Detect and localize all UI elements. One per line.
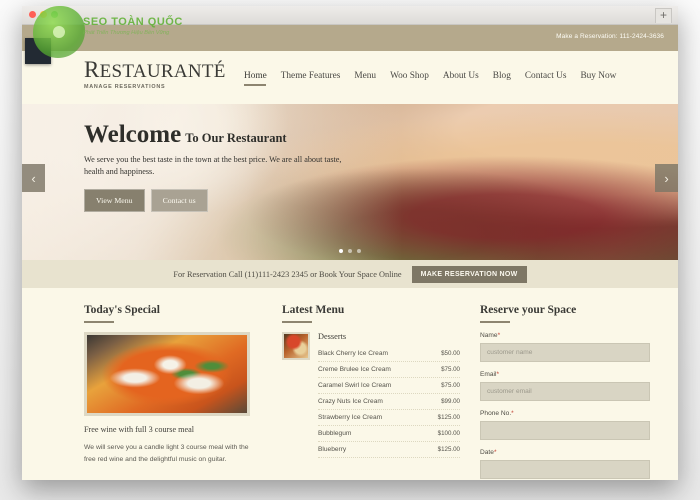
website-viewport: Make a Reservation: 111-2424-3636 RESTAU… <box>22 25 678 480</box>
reserve-space-column: Reserve your Space Name* customer name E… <box>480 304 650 480</box>
menu-row[interactable]: Bubblegum $100.00 <box>318 426 460 442</box>
brand-initial: R <box>84 57 100 82</box>
slider-next-arrow-icon[interactable]: › <box>655 164 678 192</box>
menu-category-thumbnail <box>282 332 310 360</box>
menu-row[interactable]: Creme Brulee Ice Cream $75.00 <box>318 362 460 378</box>
latest-menu-column: Latest Menu Desserts Black Cherry Ice Cr… <box>282 304 460 480</box>
reservation-strip: For Reservation Call (11)111-2423 2345 o… <box>22 260 678 288</box>
date-required-marker: * <box>493 449 497 456</box>
screen: + Make a Reservation: 111-2424-3636 REST… <box>0 0 700 500</box>
date-label-text: Date <box>480 449 494 456</box>
name-input[interactable]: customer name <box>480 343 650 362</box>
minimize-button-icon[interactable] <box>40 11 47 18</box>
menu-category-name: Desserts <box>318 332 347 341</box>
menu-item-price: $100.00 <box>437 430 460 437</box>
new-tab-button[interactable]: + <box>655 8 672 23</box>
menu-item-name: Creme Brulee Ice Cream <box>318 366 391 373</box>
menu-item-name: Crazy Nuts Ice Cream <box>318 398 383 405</box>
menu-item-price: $50.00 <box>441 350 460 357</box>
menu-item-name: Black Cherry Ice Cream <box>318 350 388 357</box>
menu-row[interactable]: Strawberry Ice Cream $125.00 <box>318 410 460 426</box>
reserve-space-title: Reserve your Space <box>480 304 650 323</box>
hero-content: Welcome To Our Restaurant We serve you th… <box>84 122 384 212</box>
brand-rest: ESTAURANTÉ <box>99 61 226 82</box>
site-logo[interactable]: RESTAURANTÉ MANAGE RESERVATIONS <box>84 58 226 90</box>
todays-special-image <box>84 332 250 416</box>
email-placeholder: customer email <box>487 388 532 395</box>
browser-titlebar: + <box>22 6 678 25</box>
nav-item-buy-now[interactable]: Buy Now <box>580 71 616 87</box>
content-columns: Today's Special Free wine with full 3 co… <box>22 288 678 480</box>
phone-label-text: Phone No. <box>480 410 512 417</box>
brand-tagline: MANAGE RESERVATIONS <box>84 84 166 90</box>
date-field-label: Date* <box>480 449 650 456</box>
menu-row[interactable]: Caramel Swirl Ice Cream $75.00 <box>318 378 460 394</box>
menu-row[interactable]: Blueberry $125.00 <box>318 442 460 458</box>
menu-item-name: Bubblegum <box>318 430 352 437</box>
make-reservation-button[interactable]: MAKE RESERVATION NOW <box>411 265 527 283</box>
todays-special-title: Today's Special <box>84 304 262 323</box>
menu-item-name: Strawberry Ice Cream <box>318 414 383 421</box>
phone-input[interactable] <box>480 421 650 440</box>
nav-item-contact-us[interactable]: Contact Us <box>525 71 567 87</box>
nav-item-about-us[interactable]: About Us <box>443 71 479 87</box>
menu-item-list: Desserts Black Cherry Ice Cream $50.00 C… <box>318 332 460 458</box>
name-required-marker: * <box>497 332 501 339</box>
contact-us-button[interactable]: Contact us <box>150 188 208 212</box>
todays-special-column: Today's Special Free wine with full 3 co… <box>84 304 262 480</box>
nav-item-menu[interactable]: Menu <box>354 71 376 87</box>
hero-buttons: View Menu Contact us <box>84 188 384 212</box>
nav-item-blog[interactable]: Blog <box>493 71 511 87</box>
brand-name: RESTAURANTÉ <box>84 58 226 81</box>
menu-item-name: Caramel Swirl Ice Cream <box>318 382 392 389</box>
maximize-button-icon[interactable] <box>51 11 58 18</box>
menu-item-price: $75.00 <box>441 366 460 373</box>
slider-dot-2[interactable] <box>348 249 352 253</box>
date-input[interactable] <box>480 460 650 479</box>
email-label-text: Email <box>480 371 497 378</box>
todays-special-body: We will serve you a candle light 3 cours… <box>84 444 249 463</box>
name-label-text: Name <box>480 332 498 339</box>
reservation-strip-text: For Reservation Call (11)111-2423 2345 o… <box>173 269 402 279</box>
name-placeholder: customer name <box>487 349 533 356</box>
todays-special-lead: Free wine with full 3 course meal <box>84 425 195 434</box>
menu-item-price: $125.00 <box>437 414 460 421</box>
menu-item-price: $75.00 <box>441 382 460 389</box>
menu-item-price: $125.00 <box>437 446 460 453</box>
main-navigation: Home Theme Features Menu Woo Shop About … <box>244 71 616 87</box>
nav-item-theme-features[interactable]: Theme Features <box>281 71 341 87</box>
phone-required-marker: * <box>511 410 514 417</box>
close-button-icon[interactable] <box>29 11 36 18</box>
site-header: RESTAURANTÉ MANAGE RESERVATIONS Home The… <box>22 51 678 104</box>
browser-window: + Make a Reservation: 111-2424-3636 REST… <box>22 6 678 480</box>
latest-menu-title: Latest Menu <box>282 304 460 323</box>
slider-prev-arrow-icon[interactable]: ‹ <box>22 164 45 192</box>
email-required-marker: * <box>496 371 500 378</box>
email-input[interactable]: customer email <box>480 382 650 401</box>
hero-heading: Welcome To Our Restaurant <box>84 122 384 147</box>
slider-dot-3[interactable] <box>357 249 361 253</box>
menu-row[interactable]: Black Cherry Ice Cream $50.00 <box>318 346 460 362</box>
window-controls[interactable] <box>29 11 58 18</box>
menu-row[interactable]: Crazy Nuts Ice Cream $99.00 <box>318 394 460 410</box>
nav-item-woo-shop[interactable]: Woo Shop <box>390 71 429 87</box>
topbar-reservation-phone[interactable]: Make a Reservation: 111-2424-3636 <box>556 33 664 40</box>
hero-subheading: To Our Restaurant <box>185 131 287 145</box>
phone-field-label: Phone No.* <box>480 410 650 417</box>
dark-square-overlay <box>25 38 51 64</box>
email-field-label: Email* <box>480 371 650 378</box>
hero-slider: Welcome To Our Restaurant We serve you th… <box>22 104 678 260</box>
slider-dot-1[interactable] <box>339 249 343 253</box>
hero-heading-main: Welcome <box>84 121 182 148</box>
menu-item-price: $99.00 <box>441 398 460 405</box>
view-menu-button[interactable]: View Menu <box>84 188 145 212</box>
nav-item-home[interactable]: Home <box>244 71 267 87</box>
menu-item-name: Blueberry <box>318 446 347 453</box>
slider-pagination <box>22 249 678 253</box>
hero-paragraph: We serve you the best taste in the town … <box>84 155 342 176</box>
name-field-label: Name* <box>480 332 650 339</box>
menu-category-block: Desserts Black Cherry Ice Cream $50.00 C… <box>282 332 460 458</box>
site-topbar: Make a Reservation: 111-2424-3636 <box>22 25 678 51</box>
